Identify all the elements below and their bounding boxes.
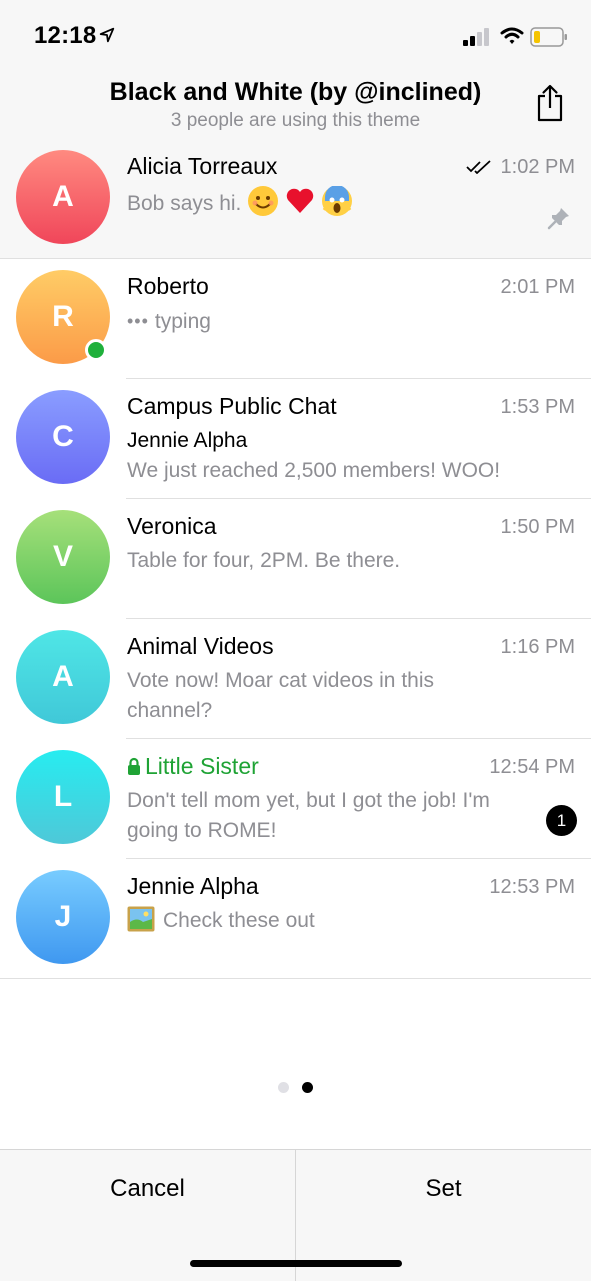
chat-name: Veronica bbox=[127, 513, 217, 539]
chat-message: Vote now! Moar cat videos in this channe… bbox=[127, 669, 434, 722]
lock-icon bbox=[128, 757, 140, 775]
avatar: V bbox=[16, 510, 110, 604]
chat-name: Little Sister bbox=[145, 753, 259, 779]
chat-message: We just reached 2,500 members! WOO! bbox=[127, 459, 501, 482]
theme-header: Black and White (by @inclined) 3 people … bbox=[0, 72, 591, 140]
chat-name: Animal Videos bbox=[127, 633, 274, 659]
chat-time: 12:54 PM bbox=[489, 756, 575, 778]
chat-message: Check these out bbox=[127, 906, 547, 936]
page-dot-1[interactable] bbox=[278, 1082, 289, 1093]
chat-message: Don't tell mom yet, but I got the job! I… bbox=[127, 789, 490, 842]
battery-icon bbox=[530, 27, 567, 47]
chat-row-animal-videos[interactable]: A Animal Videos 1:16 PM Vote now! Moar c… bbox=[0, 619, 591, 739]
picture-icon bbox=[127, 906, 155, 932]
chat-message: ••• typing bbox=[127, 306, 547, 337]
red-heart-emoji-icon bbox=[285, 186, 315, 216]
cancel-button[interactable]: Cancel bbox=[0, 1150, 295, 1228]
page-dot-2-active[interactable] bbox=[302, 1082, 313, 1093]
chat-name: Jennie Alpha bbox=[127, 873, 259, 899]
chat-time: 1:50 PM bbox=[500, 516, 575, 538]
chat-row-campus-public-chat[interactable]: C Campus Public Chat 1:53 PM Jennie Alph… bbox=[0, 379, 591, 499]
online-indicator bbox=[85, 339, 107, 361]
chat-row-veronica[interactable]: V Veronica 1:50 PM Table for four, 2PM. … bbox=[0, 499, 591, 619]
pin-icon bbox=[547, 208, 569, 230]
page-subtitle: 3 people are using this theme bbox=[170, 110, 421, 131]
message-text: Bob says hi. bbox=[127, 192, 242, 215]
message-text: Check these out bbox=[163, 909, 315, 932]
cellular-signal-icon bbox=[463, 28, 489, 46]
page-title: Black and White (by @inclined) bbox=[109, 78, 482, 106]
avatar: A bbox=[16, 630, 110, 724]
action-bar: Cancel Set bbox=[0, 1149, 591, 1281]
home-indicator[interactable] bbox=[190, 1260, 402, 1267]
share-icon[interactable] bbox=[534, 84, 566, 122]
status-bar: 12:18 bbox=[0, 0, 591, 72]
avatar: L bbox=[16, 750, 110, 844]
avatar: J bbox=[16, 870, 110, 964]
chat-time: 1:16 PM bbox=[500, 636, 575, 658]
double-check-icon bbox=[466, 160, 491, 174]
chat-name: Alicia Torreaux bbox=[127, 153, 278, 179]
chat-time: 12:53 PM bbox=[489, 876, 575, 898]
set-button[interactable]: Set bbox=[296, 1150, 591, 1228]
avatar: C bbox=[16, 390, 110, 484]
status-time: 12:18 bbox=[34, 22, 97, 49]
divider bbox=[0, 978, 591, 979]
chat-row-alicia[interactable]: A Alicia Torreaux 1:02 PM Bob says hi. bbox=[0, 139, 591, 259]
typing-dots-icon: ••• bbox=[127, 311, 149, 331]
location-arrow-icon bbox=[99, 27, 115, 43]
chat-time: 2:01 PM bbox=[500, 276, 575, 298]
smiling-face-emoji-icon bbox=[248, 186, 279, 216]
chat-name-secret: Little Sister bbox=[127, 753, 259, 780]
chat-message: Bob says hi. bbox=[127, 185, 547, 219]
chat-time: 1:02 PM bbox=[500, 156, 575, 178]
unread-badge: 1 bbox=[546, 805, 577, 836]
screaming-face-emoji-icon bbox=[322, 185, 353, 216]
page-indicator bbox=[0, 1082, 591, 1094]
chat-row-little-sister[interactable]: L Little Sister 12:54 PM Don't tell mom … bbox=[0, 739, 591, 859]
message-author: Jennie Alpha bbox=[127, 429, 248, 452]
chat-row-jennie-alpha[interactable]: J Jennie Alpha 12:53 PM Check these out bbox=[0, 859, 591, 979]
avatar: A bbox=[16, 150, 110, 244]
chat-message: Table for four, 2PM. Be there. bbox=[127, 549, 401, 572]
chat-time: 1:53 PM bbox=[500, 396, 575, 418]
typing-status: typing bbox=[154, 310, 211, 333]
chat-name: Roberto bbox=[127, 273, 209, 299]
wifi-icon bbox=[500, 27, 524, 44]
chat-row-roberto[interactable]: R Roberto 2:01 PM ••• typing bbox=[0, 259, 591, 379]
chat-name: Campus Public Chat bbox=[127, 393, 337, 419]
